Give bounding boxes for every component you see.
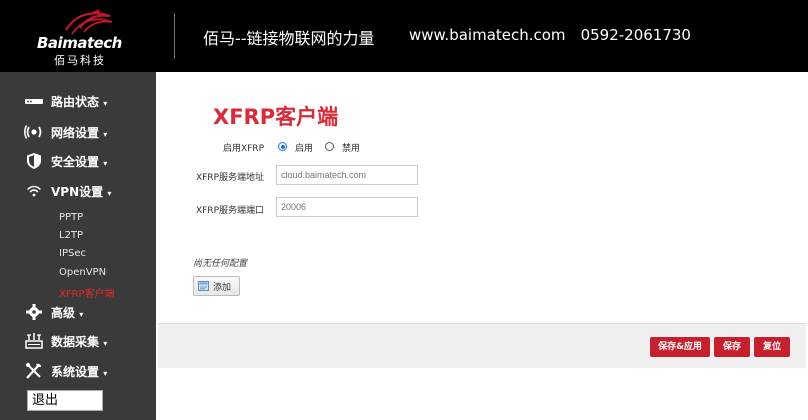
enable-radio-label: 启用 bbox=[295, 144, 314, 154]
sidebar-item-router-status[interactable]: 路由状态 ▾ bbox=[0, 89, 156, 113]
tools-icon bbox=[26, 363, 41, 379]
sidebar-item-security[interactable]: 安全设置 ▾ bbox=[0, 149, 156, 173]
sidebar-item-label: VPN设置 ▾ bbox=[51, 184, 112, 199]
server-address-label: XFRP服务端地址 bbox=[195, 173, 264, 183]
website-text: www.baimatech.com bbox=[409, 26, 566, 44]
sidebar-item-network[interactable]: 网络设置 ▾ bbox=[0, 120, 156, 144]
wifi-icon bbox=[27, 185, 41, 197]
sidebar-item-label: 安全设置 ▾ bbox=[51, 154, 108, 169]
sidebar-item-label: 系统设置 ▾ bbox=[51, 364, 108, 379]
reset-button[interactable]: 复位 bbox=[754, 337, 790, 357]
sidebar-item-advanced[interactable]: 高级 ▾ bbox=[0, 300, 156, 324]
empty-config-note: 尚无任何配置 bbox=[193, 259, 248, 269]
header-divider bbox=[174, 13, 175, 59]
disable-radio-label: 禁用 bbox=[342, 144, 361, 154]
add-button[interactable]: 添加 bbox=[193, 276, 240, 296]
add-button-label: 添加 bbox=[213, 282, 232, 293]
top-header: Baimatech 佰马科技 佰马--链接物联网的力量 www.baimatec… bbox=[0, 0, 808, 72]
enable-radio[interactable] bbox=[278, 142, 287, 151]
logo-cn-text: 佰马科技 bbox=[54, 54, 106, 67]
sidebar-item-label: 数据采集 ▾ bbox=[51, 334, 108, 349]
page-title: XFRP客户端 bbox=[213, 105, 339, 129]
server-port-input[interactable]: 20006 bbox=[276, 197, 418, 217]
shield-icon bbox=[27, 153, 41, 169]
header-contact: www.baimatech.com 0592-2061730 bbox=[409, 26, 691, 44]
baimatech-logo[interactable]: Baimatech 佰马科技 bbox=[32, 8, 122, 67]
sidebar-sub-openvpn[interactable]: OpenVPN bbox=[59, 267, 106, 278]
phone-text: 0592-2061730 bbox=[580, 26, 691, 44]
sidebar-sub-l2tp[interactable]: L2TP bbox=[59, 230, 83, 241]
sidebar-item-vpn[interactable]: VPN设置 ▾ bbox=[0, 179, 156, 203]
sidebar: 路由状态 ▾ 网络设置 ▾ 安全设置 ▾ VPN设置 ▾ PPTP L2TP I… bbox=[0, 72, 156, 420]
sidebar-sub-ipsec[interactable]: IPSec bbox=[59, 248, 86, 259]
router-icon bbox=[25, 99, 43, 104]
server-port-label: XFRP服务端端口 bbox=[195, 206, 264, 216]
gear-icon bbox=[26, 304, 42, 320]
logo-horse-icon bbox=[65, 9, 113, 35]
save-apply-button[interactable]: 保存&应用 bbox=[650, 337, 710, 357]
sidebar-item-label: 高级 ▾ bbox=[51, 305, 84, 320]
enable-xfrp-label: 启用XFRP bbox=[222, 144, 264, 154]
sidebar-item-label: 路由状态 ▾ bbox=[51, 94, 108, 109]
add-icon bbox=[198, 281, 209, 291]
sidebar-item-data-collection[interactable]: 数据采集 ▾ bbox=[0, 329, 156, 353]
sidebar-item-label: 网络设置 ▾ bbox=[51, 125, 108, 140]
save-button[interactable]: 保存 bbox=[714, 337, 750, 357]
network-icon bbox=[24, 125, 42, 139]
server-address-input[interactable]: cloud.baimatech.com bbox=[276, 165, 418, 185]
sidebar-item-system[interactable]: 系统设置 ▾ bbox=[0, 359, 156, 383]
logout-button[interactable]: 退出 bbox=[27, 390, 103, 411]
sidebar-sub-xfrp[interactable]: XFRP客户端 bbox=[59, 285, 115, 300]
logo-brand-text: Baimatech bbox=[37, 34, 122, 52]
data-collect-icon bbox=[25, 333, 43, 349]
header-slogan: 佰马--链接物联网的力量 bbox=[203, 29, 375, 48]
sidebar-sub-pptp[interactable]: PPTP bbox=[59, 212, 83, 223]
disable-radio[interactable] bbox=[325, 142, 334, 151]
